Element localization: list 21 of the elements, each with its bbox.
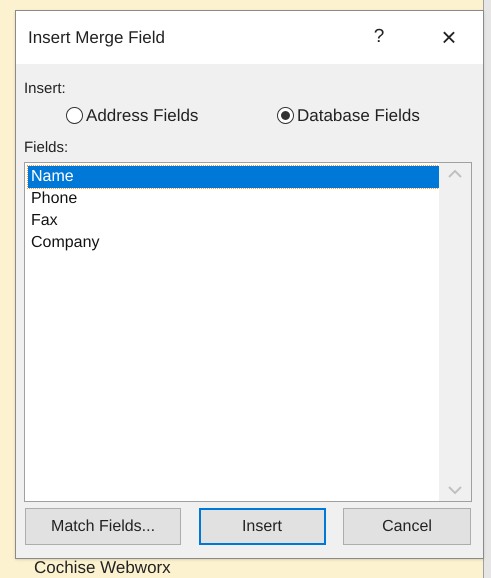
list-item[interactable]: Company (28, 232, 439, 254)
radio-button[interactable] (277, 107, 294, 124)
close-button[interactable]: × (429, 18, 469, 57)
dialog-button[interactable]: Match Fields... (25, 508, 181, 545)
window-title: Insert Merge Field (28, 26, 166, 49)
list-item[interactable]: Name (28, 166, 439, 188)
fields-label: Fields: (24, 138, 70, 158)
help-button[interactable]: ? (359, 23, 399, 52)
list-item[interactable]: Phone (28, 188, 439, 210)
list-item[interactable]: Fax (28, 210, 439, 232)
scroll-down-icon[interactable] (448, 485, 462, 495)
scrollbar[interactable] (439, 163, 471, 501)
radio-label[interactable]: Database Fields (297, 102, 420, 128)
document-text: Cochise Webworx (34, 558, 171, 578)
dialog-button[interactable]: Insert (198, 508, 326, 545)
scroll-up-icon[interactable] (448, 169, 462, 179)
fields-listbox[interactable]: Name Phone Fax Company (24, 162, 472, 502)
radio-button[interactable] (66, 107, 83, 124)
radio-label[interactable]: Address Fields (86, 102, 198, 128)
dialog-button[interactable]: Cancel (343, 508, 471, 545)
insert-label: Insert: (24, 79, 67, 99)
